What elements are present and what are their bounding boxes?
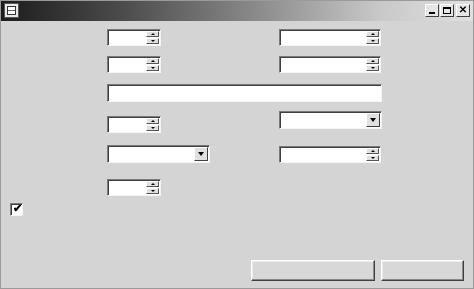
right-combo-box[interactable]	[279, 111, 382, 129]
spin-up-button[interactable]	[146, 31, 159, 37]
right-spinner-3[interactable]	[279, 146, 381, 163]
spin-down-button[interactable]	[146, 38, 159, 44]
spin-down-button[interactable]	[366, 65, 379, 71]
right-spinner-2[interactable]	[279, 56, 381, 73]
right-spinner-1[interactable]	[279, 29, 381, 46]
option-checkbox[interactable]: ✔	[10, 203, 23, 216]
minimize-button[interactable]	[425, 4, 439, 17]
secondary-button[interactable]	[381, 260, 464, 281]
spin-down-button[interactable]	[146, 65, 159, 71]
spin-up-button[interactable]	[366, 58, 379, 64]
chevron-down-icon[interactable]	[194, 147, 208, 161]
spin-up-button[interactable]	[146, 58, 159, 64]
spin-down-button[interactable]	[366, 155, 379, 161]
title-bar[interactable]: ✕	[1, 1, 473, 21]
spin-up-button[interactable]	[146, 118, 159, 124]
left-spinner-1[interactable]	[107, 29, 161, 46]
spin-down-button[interactable]	[366, 38, 379, 44]
chevron-down-icon[interactable]	[366, 113, 380, 127]
left-spinner-2[interactable]	[107, 56, 161, 73]
left-spinner-3[interactable]	[107, 116, 161, 133]
app-icon[interactable]	[4, 3, 19, 18]
left-combo-box[interactable]	[107, 145, 210, 163]
close-button[interactable]: ✕	[456, 4, 470, 17]
spin-down-button[interactable]	[146, 125, 159, 131]
application-window: ✕ ✔	[0, 0, 474, 289]
spin-up-button[interactable]	[366, 31, 379, 37]
left-spinner-4[interactable]	[107, 179, 161, 196]
checkmark-icon: ✔	[13, 203, 23, 215]
spin-down-button[interactable]	[146, 188, 159, 194]
primary-button[interactable]	[251, 260, 375, 281]
spin-up-button[interactable]	[146, 181, 159, 187]
spin-up-button[interactable]	[366, 148, 379, 154]
maximize-button[interactable]	[440, 4, 454, 17]
wide-text-field[interactable]	[107, 84, 382, 102]
